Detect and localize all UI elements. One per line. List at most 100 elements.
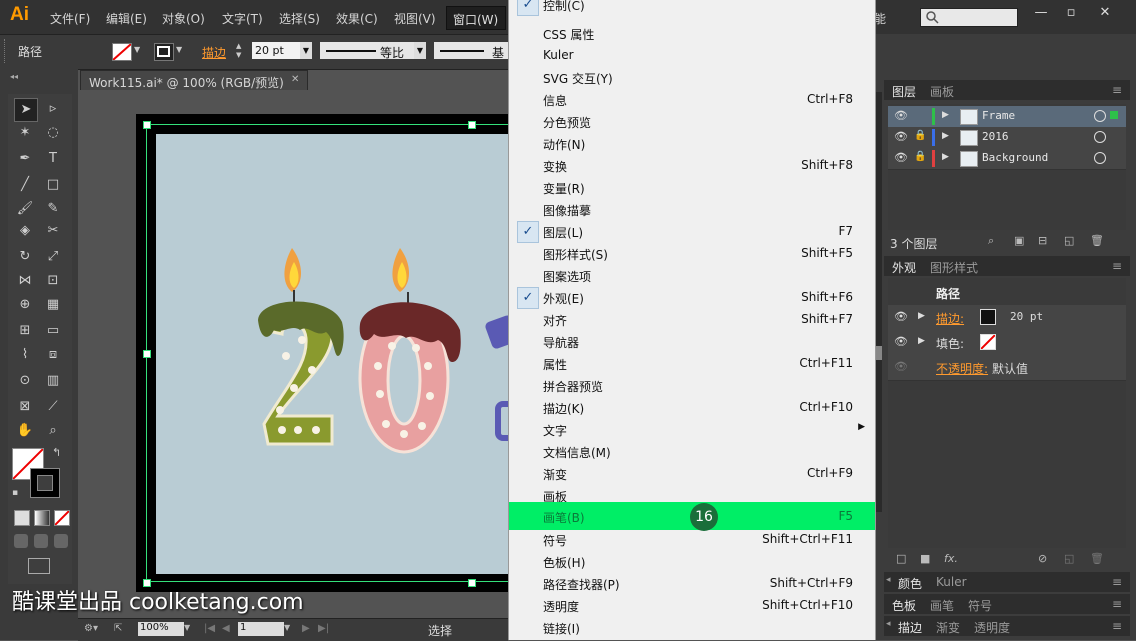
fill-swatch[interactable] [112,43,132,61]
free-transform-tool-icon[interactable]: ⊡ [42,270,64,292]
menu-item-separations-preview[interactable]: 分色预览 [509,110,875,132]
pen-tool-icon[interactable]: ✒ [14,148,36,170]
stroke-label[interactable]: 描边 [202,44,226,61]
artboard-dropdown-icon[interactable]: ▼ [284,623,290,632]
clear-appearance-icon[interactable]: ⊘ [1038,552,1047,565]
add-fill-icon[interactable]: ■ [920,552,930,565]
appearance-opacity-row[interactable]: 👁 不透明度: 默认值 [888,355,1126,381]
visibility-eye-icon[interactable]: 👁 [894,109,908,122]
menu-item-kuler[interactable]: Kuler [509,44,875,66]
paintbrush-tool-icon[interactable]: 🖌 [14,198,36,220]
menu-item-stroke[interactable]: 描边(K) Ctrl+F10 [509,396,875,418]
shape-builder-tool-icon[interactable]: ⊕ [14,294,36,316]
menu-file[interactable]: 文件(F) [50,10,90,27]
menu-item-flattener-preview[interactable]: 拼合器预览 [509,374,875,396]
appearance-stroke-label[interactable]: 描边: [936,310,964,327]
rotate-tool-icon[interactable]: ↻ [14,246,36,268]
menu-effect[interactable]: 效果(C) [336,10,378,27]
tab-layers[interactable]: 图层 [892,83,916,100]
menu-item-transparency[interactable]: 透明度 Shift+Ctrl+F10 [509,594,875,616]
visibility-eye-icon[interactable]: 👁 [894,310,908,323]
artboard-number-input[interactable]: 1 [238,622,284,636]
menu-item-attributes[interactable]: 属性 Ctrl+F11 [509,352,875,374]
menu-item-css-properties[interactable]: CSS 属性 [509,22,875,44]
menu-item-pattern-options[interactable]: 图案选项 [509,264,875,286]
direct-selection-tool-icon[interactable]: ▹ [42,98,64,120]
variable-width-profile[interactable]: 等比 [320,42,414,60]
panel-menu-icon[interactable]: ≡ [1112,83,1122,97]
draw-behind-icon[interactable] [34,534,48,548]
layer-row-background[interactable]: 👁 🔒 ▶ Background [888,148,1126,170]
tab-kuler[interactable]: Kuler [936,575,967,589]
perspective-grid-tool-icon[interactable]: ▦ [42,294,64,316]
appearance-stroke-row[interactable]: 👁 ▶ 描边: 20 pt [888,305,1126,331]
lock-icon[interactable]: 🔒 [914,151,926,162]
target-circle-icon[interactable] [1094,152,1106,164]
hand-tool-icon[interactable]: ✋ [14,420,36,442]
tab-transparency[interactable]: 透明度 [974,619,1010,636]
draw-normal-icon[interactable] [14,534,28,548]
handle-top-left[interactable] [143,121,151,129]
expand-arrow-icon[interactable]: ▶ [918,311,925,321]
zoom-dropdown-icon[interactable]: ▼ [184,623,190,632]
width-tool-icon[interactable]: ⋈ [14,270,36,292]
handle-top-mid[interactable] [468,121,476,129]
scissors-tool-icon[interactable]: ✂ [42,220,64,242]
expand-arrow-icon[interactable]: ▶ [942,152,949,162]
selection-bounding-box[interactable] [146,124,508,582]
gradient-tool-icon[interactable]: ▭ [42,320,64,342]
screen-mode-icon[interactable] [28,558,50,574]
swap-colors-icon[interactable]: ↰ [52,446,61,459]
handle-mid-left[interactable] [143,350,151,358]
menu-item-navigator[interactable]: 导航器 [509,330,875,352]
blob-brush-tool-icon[interactable]: ◈ [14,220,36,242]
menu-object[interactable]: 对象(O) [162,10,205,27]
tab-symbols[interactable]: 符号 [968,597,992,614]
new-layer-icon[interactable]: ◱ [1064,234,1074,247]
type-tool-icon[interactable]: T [42,148,64,170]
column-graph-tool-icon[interactable]: ▥ [42,370,64,392]
pencil-tool-icon[interactable]: ✎ [42,198,64,220]
menu-edit[interactable]: 编辑(E) [106,10,147,27]
appearance-opacity-label[interactable]: 不透明度: [936,360,988,377]
brush-definition[interactable]: 基 [434,42,508,60]
panel-collapse-icon[interactable]: ◂◂ [10,72,18,81]
lock-icon[interactable]: 🔒 [914,130,926,141]
tab-brushes[interactable]: 画笔 [930,597,954,614]
rectangle-tool-icon[interactable]: □ [42,174,64,196]
zoom-tool-icon[interactable]: ⌕ [42,420,64,442]
gradient-mode-icon[interactable] [34,510,50,526]
lasso-tool-icon[interactable]: ◌ [42,122,64,144]
stroke-color-swatch[interactable] [980,309,996,325]
stroke-weight-dropdown-icon[interactable]: ▼ [300,42,312,59]
stroke-stepper[interactable]: ▲ ▼ [236,42,248,60]
panel-menu-icon[interactable]: ≡ [1112,575,1122,589]
maximize-button[interactable]: ▫ [1058,4,1084,22]
target-circle-icon[interactable] [1094,110,1106,122]
menu-window[interactable]: 窗口(W) [446,6,506,30]
tab-color[interactable]: 颜色 [898,575,922,592]
menu-select[interactable]: 选择(S) [279,10,320,27]
symbol-sprayer-tool-icon[interactable]: ⊙ [14,370,36,392]
zoom-input[interactable]: 100% [138,622,184,636]
duplicate-item-icon[interactable]: ◱ [1064,552,1074,565]
minimize-button[interactable]: — [1028,4,1054,22]
menu-item-image-trace[interactable]: 图像描摹 [509,198,875,220]
share-icon[interactable]: ⇱ [114,623,122,634]
scroll-thumb[interactable] [876,346,882,360]
tab-appearance[interactable]: 外观 [892,259,916,276]
menu-item-appearance[interactable]: ✓ 外观(E) Shift+F6 [509,286,875,309]
menu-item-type[interactable]: 文字 ▶ [509,418,875,440]
add-stroke-icon[interactable]: □ [896,552,906,565]
tab-graphic-styles[interactable]: 图形样式 [930,259,978,276]
search-input[interactable] [920,8,1018,27]
last-artboard-icon[interactable]: ▶| [318,623,329,634]
collapse-arrows-icon[interactable]: ◂ [886,619,891,629]
menu-item-align[interactable]: 对齐 Shift+F7 [509,308,875,330]
document-tab[interactable]: Work115.ai* @ 100% (RGB/预览) ✕ [80,70,308,91]
expand-arrow-icon[interactable]: ▶ [942,110,949,120]
status-icon[interactable]: ⚙▾ [84,623,98,634]
add-effect-icon[interactable]: fx. [944,552,958,565]
menu-item-pathfinder[interactable]: 路径查找器(P) Shift+Ctrl+F9 [509,572,875,594]
panel-menu-icon[interactable]: ≡ [1112,619,1122,633]
